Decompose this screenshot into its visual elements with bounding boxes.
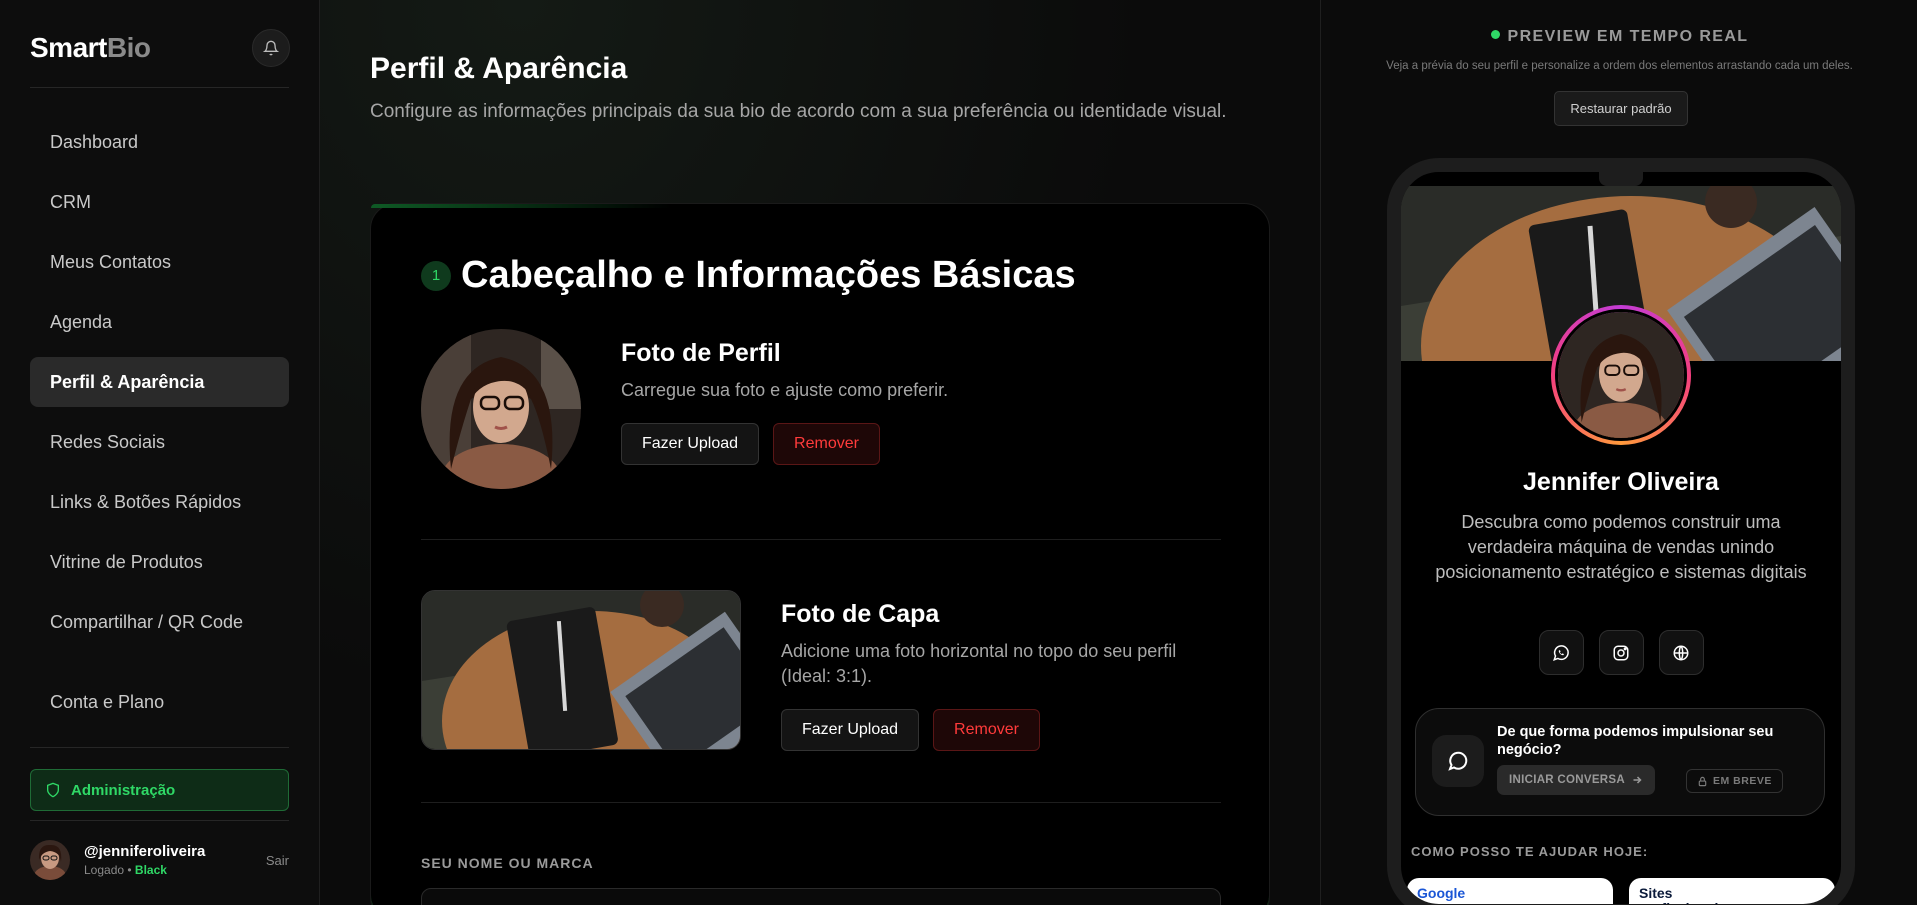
service-card[interactable]: Google: [1407, 878, 1613, 904]
admin-button[interactable]: Administração: [30, 769, 289, 811]
bell-icon: [263, 40, 279, 56]
instagram-icon: [1613, 645, 1629, 660]
profile-upload-button[interactable]: Fazer Upload: [621, 423, 760, 465]
user-status-prefix: Logado •: [84, 863, 132, 877]
admin-label: Administração: [71, 781, 176, 799]
service-card-title: Sites profissionais que geram: [1639, 885, 1726, 905]
page-title: Perfil & Aparência: [370, 52, 628, 85]
cover-upload-button[interactable]: Fazer Upload: [781, 709, 920, 751]
profile-photo-preview: [421, 329, 581, 489]
arrow-right-icon: [1633, 776, 1642, 784]
name-input[interactable]: [421, 888, 1221, 905]
sidebar-item-links[interactable]: Links & Botões Rápidos: [30, 477, 289, 527]
whatsapp-icon: [1553, 644, 1569, 661]
preview-title: PREVIEW EM TEMPO REAL: [1507, 28, 1749, 45]
logo-main: Smart: [30, 32, 107, 63]
user-profile: @jenniferoliveira Logado • Black Sair: [30, 840, 289, 880]
instagram-link[interactable]: [1598, 630, 1644, 675]
section-heading: Cabeçalho e Informações Básicas: [461, 254, 1076, 296]
preview-panel: PREVIEW EM TEMPO REAL Veja a prévia do s…: [1320, 0, 1917, 905]
divider: [421, 539, 1221, 540]
sidebar-item-products[interactable]: Vitrine de Produtos: [30, 537, 289, 587]
phone-profile-bio: Descubra como podemos construir uma verd…: [1435, 512, 1807, 582]
phone-social-links: [1401, 630, 1841, 675]
drag-handle[interactable]: [1599, 172, 1643, 186]
sidebar-item-social[interactable]: Redes Sociais: [30, 417, 289, 467]
sidebar-item-crm[interactable]: CRM: [30, 177, 289, 227]
profile-remove-button[interactable]: Remover: [773, 423, 880, 465]
notifications-button[interactable]: [252, 29, 290, 67]
sidebar-item-profile[interactable]: Perfil & Aparência: [30, 357, 289, 407]
lock-icon: [1698, 776, 1707, 786]
logo-accent: Bio: [106, 32, 151, 63]
preview-subtitle: Veja a prévia do seu perfil e personaliz…: [1386, 60, 1853, 72]
shield-icon: [47, 782, 59, 798]
section-number: 1: [421, 260, 451, 291]
cover-photo-desc: Adicione uma foto horizontal no topo do …: [781, 641, 1177, 686]
page-description: Configure as informações principais da s…: [370, 101, 1227, 122]
profile-photo-block: Foto de Perfil Carregue sua foto e ajust…: [621, 339, 948, 465]
main-content: Perfil & Aparência Configure as informaç…: [320, 0, 1320, 905]
preview-heading: PREVIEW EM TEMPO REAL: [1321, 28, 1917, 46]
phone-profile-name: Jennifer Oliveira: [1523, 468, 1719, 496]
live-indicator: [1490, 30, 1500, 40]
sidebar-divider: [30, 820, 289, 821]
profile-photo-desc: Carregue sua foto e ajuste como preferir…: [621, 380, 949, 400]
chat-icon-box: [1432, 735, 1484, 787]
conversation-cta: De que forma podemos impulsionar seu neg…: [1415, 708, 1825, 816]
chat-bubble-icon: [1448, 751, 1468, 771]
sidebar-item-contacts[interactable]: Meus Contatos: [30, 237, 289, 287]
profile-photo-title: Foto de Perfil: [621, 339, 781, 367]
coming-soon-badge: EM BREVE: [1686, 769, 1783, 793]
section-title: 1 Cabeçalho e Informações Básicas: [421, 254, 1076, 297]
app-root: SmartBio Dashboard CRM Meus Contatos Age…: [0, 0, 1917, 905]
service-card-title: Google: [1417, 885, 1466, 901]
cta-question: De que forma podemos impulsionar seu neg…: [1497, 724, 1774, 758]
avatar[interactable]: [30, 840, 70, 880]
start-conversation-button[interactable]: INICIAR CONVERSA: [1497, 765, 1655, 795]
cover-photo-title: Foto de Capa: [781, 600, 940, 628]
logout-link[interactable]: Sair: [266, 853, 289, 868]
restore-default-button[interactable]: Restaurar padrão: [1554, 91, 1688, 126]
logo[interactable]: SmartBio: [30, 32, 151, 64]
sidebar-divider: [30, 747, 289, 748]
service-card[interactable]: Sites profissionais que geram: [1629, 878, 1835, 905]
whatsapp-link[interactable]: [1538, 630, 1584, 675]
sidebar-item-agenda[interactable]: Agenda: [30, 297, 289, 347]
help-section-title: COMO POSSO TE AJUDAR HOJE:: [1411, 844, 1649, 859]
globe-icon: [1673, 645, 1689, 660]
sidebar-divider: [30, 87, 289, 88]
sidebar-item-share[interactable]: Compartilhar / QR Code: [30, 597, 289, 647]
sidebar-nav: Dashboard CRM Meus Contatos Agenda Perfi…: [30, 117, 289, 712]
website-link[interactable]: [1658, 630, 1704, 675]
header-info-card: 1 Cabeçalho e Informações Básicas Foto d…: [370, 203, 1270, 905]
card-accent: [371, 204, 671, 208]
start-conversation-label: INICIAR CONVERSA: [1509, 774, 1625, 786]
phone-avatar: [1551, 305, 1691, 445]
name-field-label: SEU NOME OU MARCA: [421, 855, 594, 871]
cover-photo-block: Foto de Capa Adicione uma foto horizonta…: [781, 600, 1201, 751]
sidebar-item-account[interactable]: Conta e Plano: [30, 677, 289, 727]
cover-remove-button[interactable]: Remover: [933, 709, 1040, 751]
coming-soon-label: EM BREVE: [1713, 775, 1772, 787]
sidebar: SmartBio Dashboard CRM Meus Contatos Age…: [0, 0, 320, 905]
divider: [421, 802, 1221, 803]
user-handle: @jenniferoliveira: [84, 843, 206, 860]
phone-mockup: Jennifer Oliveira Descubra como podemos …: [1387, 158, 1855, 905]
sidebar-item-dashboard[interactable]: Dashboard: [30, 117, 289, 167]
cover-photo-preview: [421, 590, 741, 750]
user-plan: Black: [134, 863, 167, 877]
user-status: Logado • Black: [84, 863, 205, 877]
